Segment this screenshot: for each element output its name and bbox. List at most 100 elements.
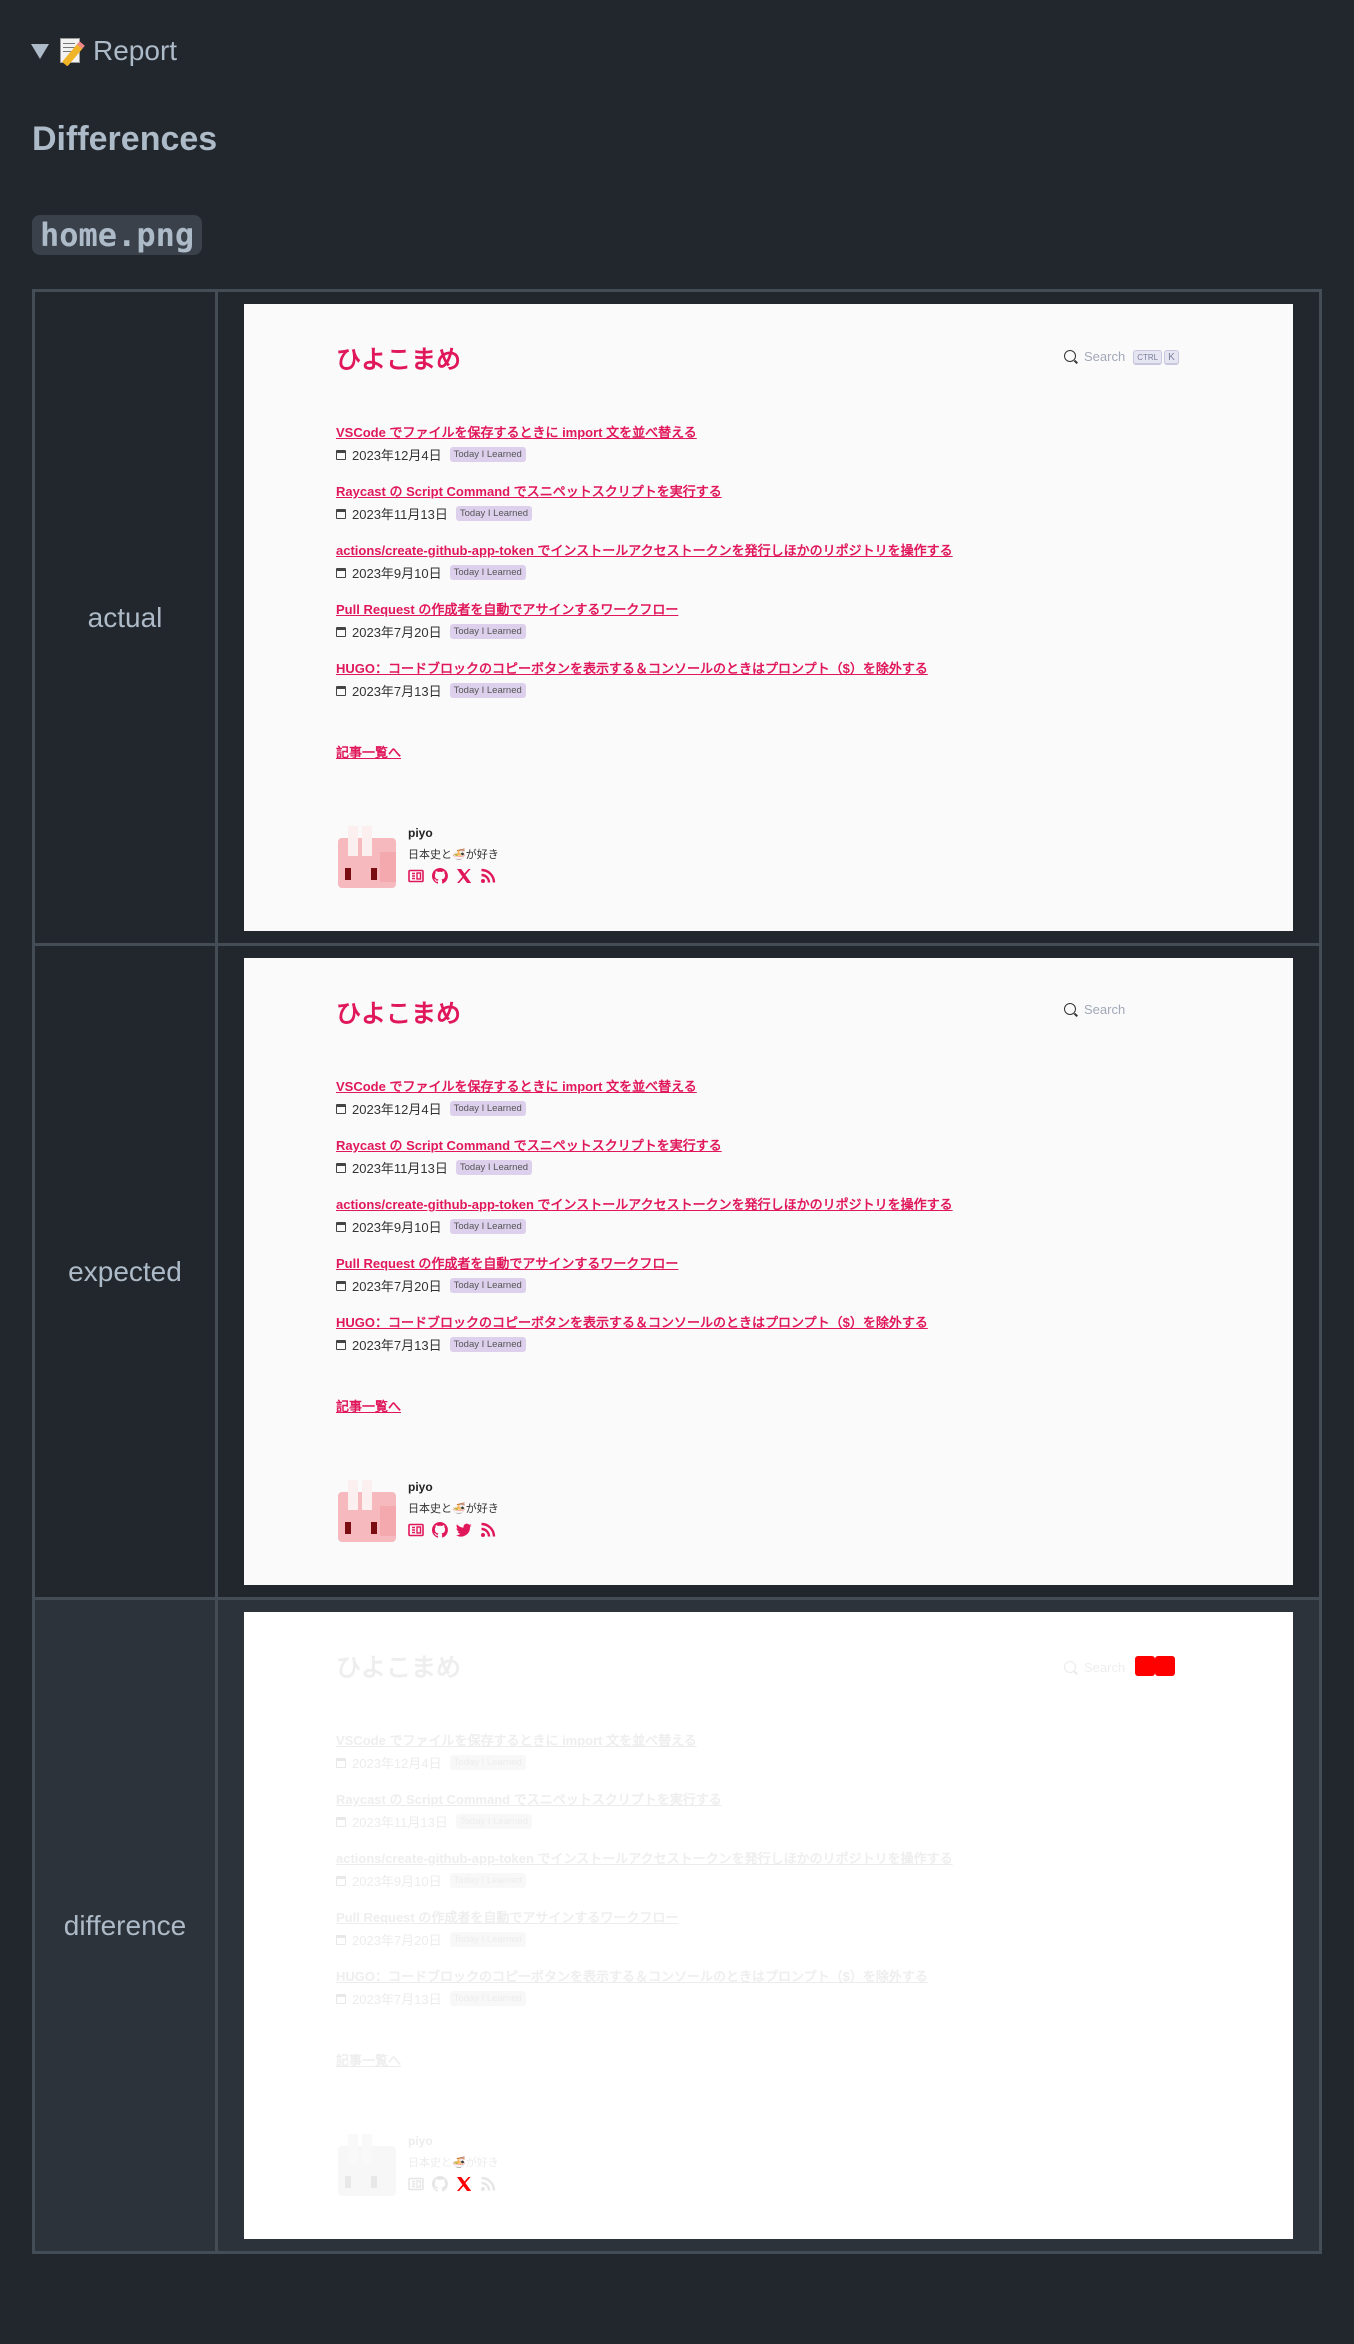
calendar-icon xyxy=(336,1280,346,1291)
rss-icon[interactable] xyxy=(480,2176,496,2192)
post-tag[interactable]: Today I Learned xyxy=(449,565,526,580)
post-tag[interactable]: Today I Learned xyxy=(455,1160,533,1175)
newspaper-icon[interactable] xyxy=(408,2176,424,2192)
x-icon[interactable] xyxy=(456,2176,472,2192)
row-label-actual: actual xyxy=(32,289,218,946)
post-date: 2023年7月13日 xyxy=(352,1338,442,1353)
profile-name: piyo xyxy=(408,2134,433,2148)
all-posts-link[interactable]: 記事一覧へ xyxy=(336,2050,401,2069)
post-tag[interactable]: Today I Learned xyxy=(449,1755,526,1770)
post-meta: 2023年7月20日 Today I Learned xyxy=(336,1930,1236,1949)
site-title[interactable]: ひよこまめ xyxy=(336,994,461,1030)
post-date: 2023年9月10日 xyxy=(352,1874,442,1889)
post-title-link[interactable]: Raycast の Script Command でスニペットスクリプトを実行す… xyxy=(336,1792,722,1808)
post-title-link[interactable]: Pull Request の作成者を自動でアサインするワークフロー xyxy=(336,1256,678,1272)
post-list: VSCode でファイルを保存するときに import 文を並べ替える 2023年… xyxy=(336,1078,1236,1373)
site-title[interactable]: ひよこまめ xyxy=(336,1648,461,1684)
post-title-link[interactable]: HUGO：コードブロックのコピーボタンを表示する＆コンソールのときはプロンプト（… xyxy=(336,661,928,677)
newspaper-icon[interactable] xyxy=(408,1522,424,1538)
post-title-link[interactable]: HUGO：コードブロックのコピーボタンを表示する＆コンソールのときはプロンプト（… xyxy=(336,1969,928,1985)
post-tag[interactable]: Today I Learned xyxy=(449,1991,526,2006)
post-title-link[interactable]: HUGO：コードブロックのコピーボタンを表示する＆コンソールのときはプロンプト（… xyxy=(336,1315,928,1331)
search-button[interactable]: Search CTRL K xyxy=(1064,348,1179,365)
post-item: HUGO：コードブロックのコピーボタンを表示する＆コンソールのときはプロンプト（… xyxy=(336,660,1236,719)
search-label: Search xyxy=(1084,1002,1126,1017)
post-title-link[interactable]: VSCode でファイルを保存するときに import 文を並べ替える xyxy=(336,425,697,441)
post-tag[interactable]: Today I Learned xyxy=(449,1337,526,1352)
memo-icon xyxy=(59,37,85,67)
row-difference: difference ひよこまめ Search VSCode でファイルを保存す… xyxy=(32,1597,1322,2254)
post-title-link[interactable]: Raycast の Script Command でスニペットスクリプトを実行す… xyxy=(336,1138,722,1154)
search-button[interactable]: Search xyxy=(1064,1002,1131,1017)
calendar-icon xyxy=(336,1816,346,1827)
all-posts-link[interactable]: 記事一覧へ xyxy=(336,1396,401,1415)
site-title[interactable]: ひよこまめ xyxy=(336,340,461,376)
x-icon[interactable] xyxy=(456,868,472,884)
calendar-icon xyxy=(336,685,346,696)
rss-icon[interactable] xyxy=(480,1522,496,1538)
post-tag[interactable]: Today I Learned xyxy=(449,447,526,462)
post-tag[interactable]: Today I Learned xyxy=(449,1932,526,1947)
post-date: 2023年7月20日 xyxy=(352,1933,442,1948)
post-tag[interactable]: Today I Learned xyxy=(455,1814,533,1829)
post-tag[interactable]: Today I Learned xyxy=(449,683,526,698)
twitter-bird-icon[interactable] xyxy=(456,1522,472,1538)
post-date: 2023年12月4日 xyxy=(352,1102,442,1117)
kbd-ctrl: CTRL xyxy=(1133,350,1163,365)
post-date: 2023年7月20日 xyxy=(352,625,442,640)
calendar-icon xyxy=(336,1339,346,1350)
github-icon[interactable] xyxy=(432,1522,448,1538)
disclosure-triangle-icon xyxy=(31,43,49,59)
avatar xyxy=(336,824,398,890)
calendar-icon xyxy=(336,1993,346,2004)
newspaper-icon[interactable] xyxy=(408,868,424,884)
github-icon[interactable] xyxy=(432,868,448,884)
post-date: 2023年12月4日 xyxy=(352,448,442,463)
post-title-link[interactable]: VSCode でファイルを保存するときに import 文を並べ替える xyxy=(336,1079,697,1095)
all-posts-link[interactable]: 記事一覧へ xyxy=(336,742,401,761)
post-title-link[interactable]: actions/create-github-app-token でインストールア… xyxy=(336,1197,953,1213)
social-links xyxy=(408,2176,499,2192)
row-label-difference: difference xyxy=(32,1597,218,2254)
post-item: Pull Request の作成者を自動でアサインするワークフロー 2023年7月… xyxy=(336,1909,1236,1968)
post-meta: 2023年7月13日 Today I Learned xyxy=(336,681,1236,700)
post-meta: 2023年11月13日 Today I Learned xyxy=(336,504,1236,523)
post-title-link[interactable]: Raycast の Script Command でスニペットスクリプトを実行す… xyxy=(336,484,722,500)
post-date: 2023年11月13日 xyxy=(352,507,448,522)
post-date: 2023年9月10日 xyxy=(352,1220,442,1235)
differences-heading: Differences xyxy=(32,120,218,158)
post-tag[interactable]: Today I Learned xyxy=(449,624,526,639)
post-meta: 2023年7月20日 Today I Learned xyxy=(336,1276,1236,1295)
post-title-link[interactable]: Pull Request の作成者を自動でアサインするワークフロー xyxy=(336,602,678,618)
actual-screenshot: ひよこまめ Search CTRL K VSCode でファイルを保存するときに … xyxy=(244,304,1293,931)
post-tag[interactable]: Today I Learned xyxy=(455,506,533,521)
post-tag[interactable]: Today I Learned xyxy=(449,1219,526,1234)
shortcut-keys: CTRL K xyxy=(1131,348,1179,365)
post-item: HUGO：コードブロックのコピーボタンを表示する＆コンソールのときはプロンプト（… xyxy=(336,1314,1236,1373)
post-tag[interactable]: Today I Learned xyxy=(449,1101,526,1116)
post-title-link[interactable]: VSCode でファイルを保存するときに import 文を並べ替える xyxy=(336,1733,697,1749)
post-date: 2023年7月13日 xyxy=(352,684,442,699)
post-tag[interactable]: Today I Learned xyxy=(449,1873,526,1888)
search-button[interactable]: Search xyxy=(1064,1656,1176,1679)
report-summary-toggle[interactable]: Report xyxy=(31,33,177,69)
post-date: 2023年9月10日 xyxy=(352,566,442,581)
rss-icon[interactable] xyxy=(480,868,496,884)
post-date: 2023年11月13日 xyxy=(352,1815,448,1830)
post-meta: 2023年7月20日 Today I Learned xyxy=(336,622,1236,641)
post-tag[interactable]: Today I Learned xyxy=(449,1278,526,1293)
diff-highlight-shortcut xyxy=(1135,1656,1176,1676)
calendar-icon xyxy=(336,508,346,519)
calendar-icon xyxy=(336,1934,346,1945)
post-item: Raycast の Script Command でスニペットスクリプトを実行す… xyxy=(336,1791,1236,1850)
search-icon xyxy=(1064,349,1078,364)
profile-name: piyo xyxy=(408,826,433,840)
post-title-link[interactable]: Pull Request の作成者を自動でアサインするワークフロー xyxy=(336,1910,678,1926)
github-icon[interactable] xyxy=(432,2176,448,2192)
post-title-link[interactable]: actions/create-github-app-token でインストールア… xyxy=(336,543,953,559)
kbd-k: K xyxy=(1164,350,1179,365)
post-title-link[interactable]: actions/create-github-app-token でインストールア… xyxy=(336,1851,953,1867)
post-meta: 2023年11月13日 Today I Learned xyxy=(336,1812,1236,1831)
search-icon xyxy=(1064,1002,1078,1017)
search-icon xyxy=(1064,1660,1078,1675)
